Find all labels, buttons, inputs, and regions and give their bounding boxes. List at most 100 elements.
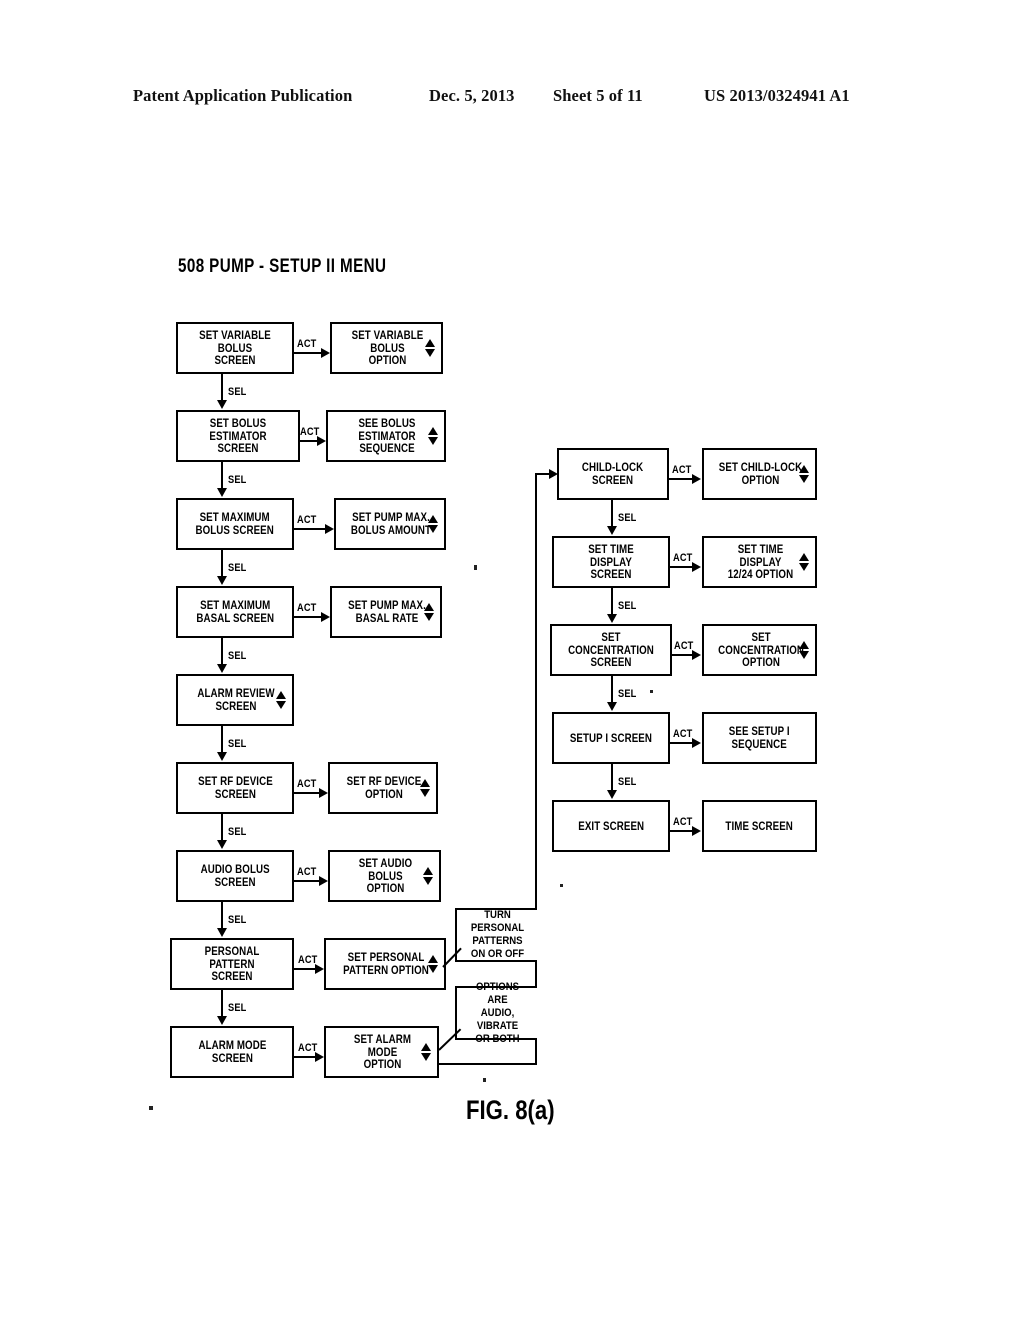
up-down-arrow-icon (427, 951, 438, 977)
up-down-arrow-icon (427, 511, 438, 537)
node-set-variable-bolus-option[interactable]: SET VARIABLE BOLUS OPTION (330, 322, 443, 374)
node-exit-screen[interactable]: EXIT SCREEN (552, 800, 670, 852)
edge-label-sel: SEL (228, 826, 247, 838)
arrowhead-down-icon (217, 488, 227, 497)
edge-label-sel: SEL (228, 562, 247, 574)
node-set-maximum-bolus-screen[interactable]: SET MAXIMUM BOLUS SCREEN (176, 498, 294, 550)
node-label: SETUP I SCREEN (569, 731, 653, 745)
node-set-audio-bolus-option[interactable]: SET AUDIO BOLUS OPTION (328, 850, 441, 902)
edge-label-sel: SEL (618, 600, 637, 612)
node-audio-bolus-screen[interactable]: AUDIO BOLUS SCREEN (176, 850, 294, 902)
arrowhead-down-icon (217, 840, 227, 849)
edge-label-act: ACT (674, 640, 694, 652)
sel-connector (221, 374, 223, 400)
node-alarm-review-screen[interactable]: ALARM REVIEW SCREEN (176, 674, 294, 726)
edge-label-sel: SEL (228, 738, 247, 750)
node-time-screen[interactable]: TIME SCREEN (702, 800, 817, 852)
edge-label-sel: SEL (228, 1002, 247, 1014)
node-label: SET RF DEVICE SCREEN (197, 775, 273, 801)
node-alarm-mode-screen[interactable]: ALARM MODE SCREEN (170, 1026, 294, 1078)
figure-caption: FIG. 8(a) (466, 1095, 555, 1125)
arrowhead-right-icon (325, 524, 334, 534)
node-set-concentration-screen[interactable]: SET CONCENTRATION SCREEN (550, 624, 672, 676)
arrowhead-right-icon (692, 738, 701, 748)
act-connector (670, 742, 693, 744)
edge-label-sel: SEL (228, 650, 247, 662)
callout-label: TURN PERSONAL PATTERNS ON OR OFF (470, 909, 525, 960)
node-set-bolus-estimator-screen[interactable]: SET BOLUS ESTIMATOR SCREEN (176, 410, 300, 462)
edge-label-act: ACT (673, 552, 693, 564)
node-label: SET TIME DISPLAY 12/24 OPTION (727, 542, 794, 582)
sel-connector (221, 638, 223, 664)
arrowhead-down-icon (217, 576, 227, 585)
arrowhead-down-icon (607, 614, 617, 623)
node-set-personal-pattern-option[interactable]: SET PERSONAL PATTERN OPTION (324, 938, 446, 990)
up-down-arrow-icon (427, 423, 438, 449)
node-personal-pattern-screen[interactable]: PERSONAL PATTERN SCREEN (170, 938, 294, 990)
node-set-maximum-basal-screen[interactable]: SET MAXIMUM BASAL SCREEN (176, 586, 294, 638)
edge-label-act: ACT (298, 954, 318, 966)
edge-label-sel: SEL (228, 914, 247, 926)
node-set-time-display-option[interactable]: SET TIME DISPLAY 12/24 OPTION (702, 536, 817, 588)
node-set-variable-bolus-screen[interactable]: SET VARIABLE BOLUS SCREEN (176, 322, 294, 374)
arrowhead-right-icon (321, 612, 330, 622)
node-set-concentration-option[interactable]: SET CONCENTRATION OPTION (702, 624, 817, 676)
node-set-rf-device-option[interactable]: SET RF DEVICE OPTION (328, 762, 438, 814)
node-set-child-lock-option[interactable]: SET CHILD-LOCK OPTION (702, 448, 817, 500)
edge-label-sel: SEL (228, 386, 247, 398)
node-label: AUDIO BOLUS SCREEN (200, 863, 270, 889)
node-set-rf-device-screen[interactable]: SET RF DEVICE SCREEN (176, 762, 294, 814)
arrowhead-right-icon (692, 474, 701, 484)
node-setup-i-screen[interactable]: SETUP I SCREEN (552, 712, 670, 764)
scan-speck (560, 884, 563, 887)
arrowhead-down-icon (607, 526, 617, 535)
arrowhead-down-icon (217, 400, 227, 409)
node-label: SET AUDIO BOLUS OPTION (358, 856, 413, 896)
edge-label-act: ACT (297, 778, 317, 790)
edge-label-sel: SEL (228, 474, 247, 486)
act-connector (294, 1056, 316, 1058)
arrowhead-down-icon (217, 664, 227, 673)
up-down-arrow-icon (422, 863, 433, 889)
node-label: ALARM MODE SCREEN (198, 1039, 266, 1065)
scan-speck (474, 565, 477, 570)
arrowhead-down-icon (217, 1016, 227, 1025)
edge-label-act: ACT (297, 866, 317, 878)
sel-connector (221, 550, 223, 576)
node-set-time-display-screen[interactable]: SET TIME DISPLAY SCREEN (552, 536, 670, 588)
node-see-bolus-estimator-sequence[interactable]: SEE BOLUS ESTIMATOR SEQUENCE (326, 410, 446, 462)
node-label: SET RF DEVICE OPTION (346, 775, 422, 801)
node-label: SET ALARM MODE OPTION (353, 1032, 412, 1072)
up-down-arrow-icon (420, 1039, 431, 1065)
edge-label-act: ACT (673, 728, 693, 740)
figure-title: 508 PUMP - SETUP II MENU (178, 256, 387, 277)
node-label: SET MAXIMUM BASAL SCREEN (196, 599, 274, 625)
act-connector (294, 880, 320, 882)
node-label: SET MAXIMUM BOLUS SCREEN (195, 511, 275, 537)
node-label: SET BOLUS ESTIMATOR SCREEN (209, 416, 267, 456)
edge-label-act: ACT (297, 514, 317, 526)
act-connector (300, 440, 318, 442)
act-connector (670, 830, 693, 832)
patent-figure: 508 PUMP - SETUP II MENU SET VARIABLE BO… (0, 0, 1024, 1320)
sel-connector (221, 814, 223, 840)
arrowhead-right-icon (692, 826, 701, 836)
act-connector (294, 528, 326, 530)
node-set-pump-max-bolus-amount[interactable]: SET PUMP MAX. BOLUS AMOUNT (334, 498, 446, 550)
act-connector (294, 792, 320, 794)
node-set-alarm-mode-option[interactable]: SET ALARM MODE OPTION (324, 1026, 439, 1078)
edge-label-act: ACT (673, 816, 693, 828)
feedback-connector-segment (535, 474, 537, 1063)
edge-label-sel: SEL (618, 512, 637, 524)
node-child-lock-screen[interactable]: CHILD-LOCK SCREEN (557, 448, 669, 500)
up-down-arrow-icon (798, 637, 809, 663)
arrowhead-down-icon (607, 790, 617, 799)
edge-label-act: ACT (297, 338, 317, 350)
node-set-pump-max-basal-rate[interactable]: SET PUMP MAX. BASAL RATE (330, 586, 442, 638)
arrowhead-down-icon (217, 928, 227, 937)
node-label: SET CONCENTRATION OPTION (718, 630, 805, 670)
act-connector (669, 478, 693, 480)
node-see-setup-i-sequence[interactable]: SEE SETUP I SEQUENCE (702, 712, 817, 764)
arrowhead-right-icon (319, 876, 328, 886)
edge-label-act: ACT (300, 426, 320, 438)
